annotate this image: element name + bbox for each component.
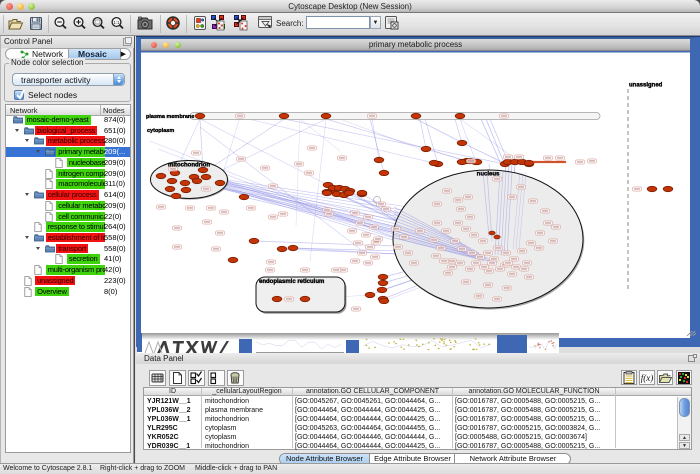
svg-text:endoplasmic reticulum: endoplasmic reticulum xyxy=(259,279,324,285)
svg-text:f(x): f(x) xyxy=(640,373,653,383)
svg-text:1:1: 1:1 xyxy=(113,20,120,25)
svg-text:plasma membrane: plasma membrane xyxy=(146,114,194,120)
svg-text:cytoplasm: cytoplasm xyxy=(147,128,174,134)
svg-text:unassigned: unassigned xyxy=(629,83,663,89)
